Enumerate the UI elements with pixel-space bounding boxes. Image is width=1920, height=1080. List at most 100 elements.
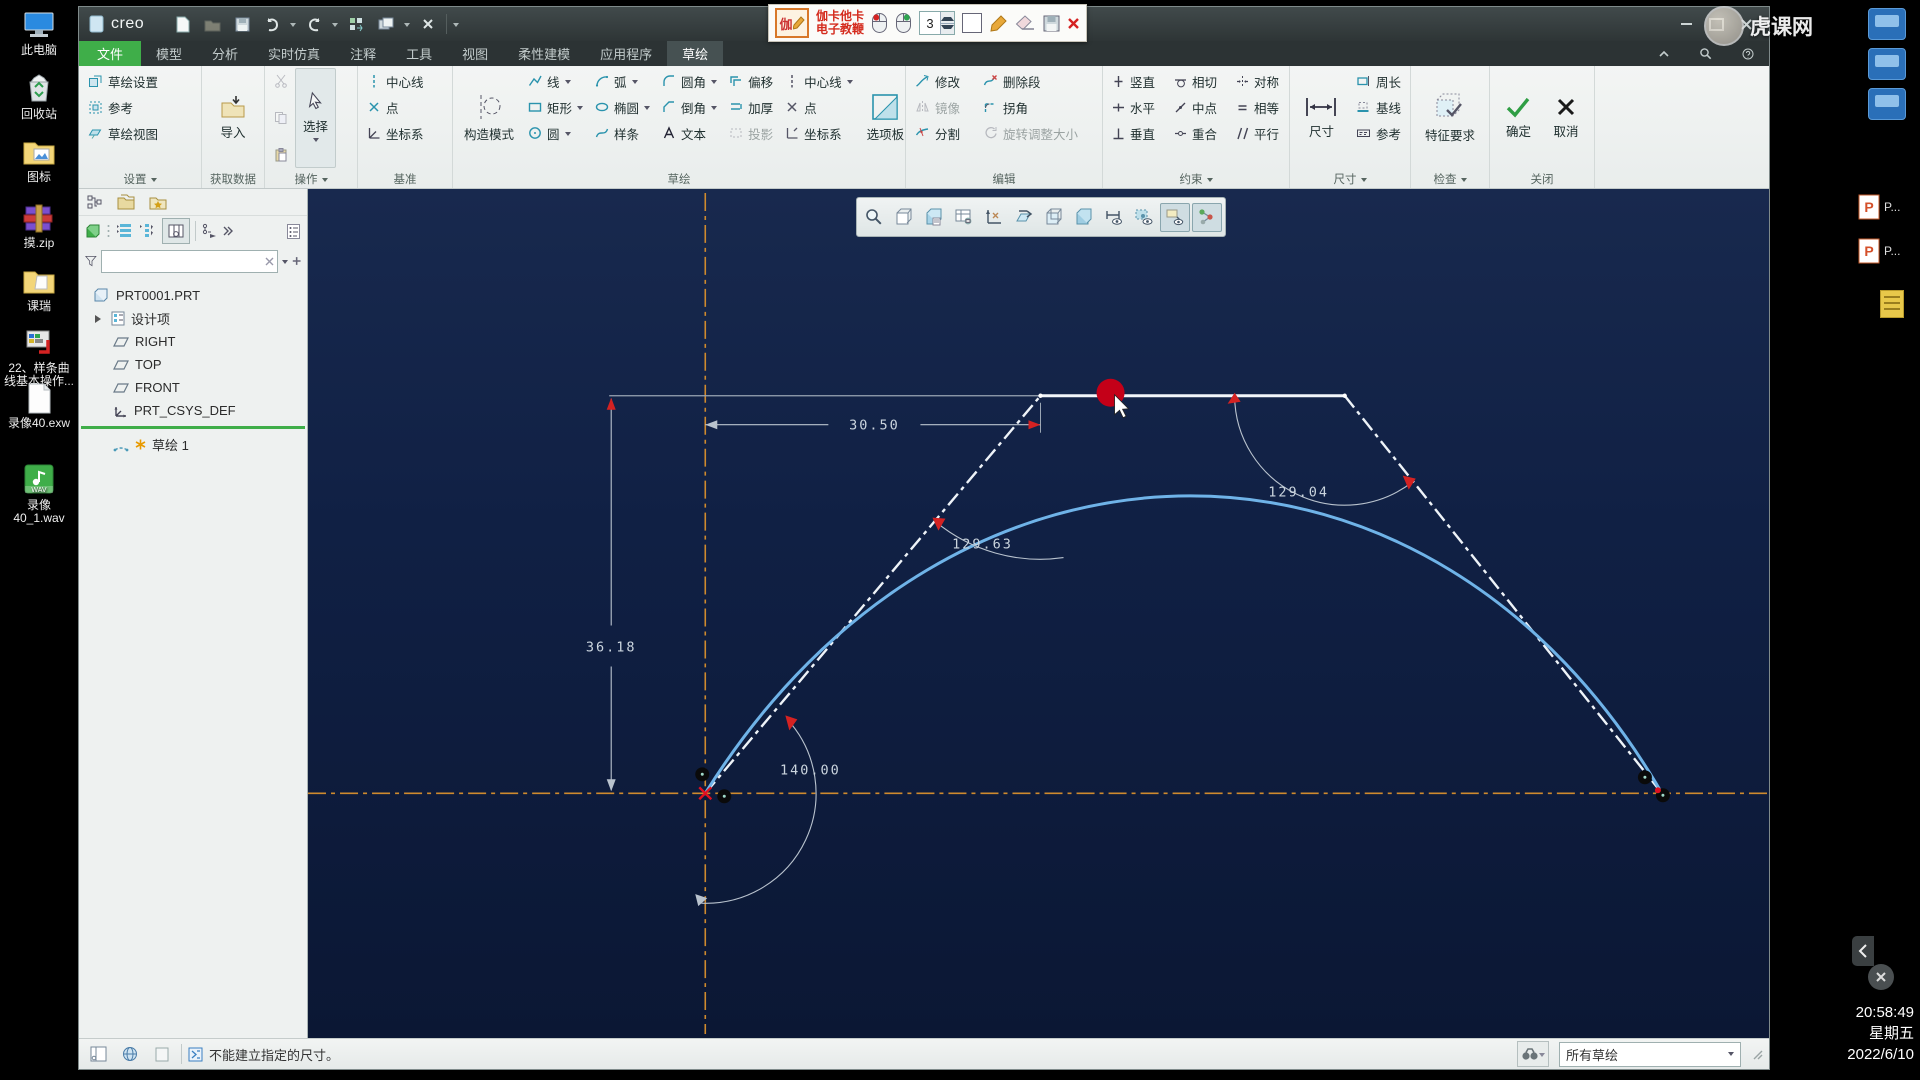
tree-item-design-items[interactable]: 设计项 bbox=[79, 307, 307, 330]
model-tree-tab-icon[interactable] bbox=[87, 194, 103, 210]
sketch-setup-button[interactable]: 草绘设置 bbox=[83, 68, 163, 94]
undo-button[interactable] bbox=[260, 13, 284, 35]
feature-requirements-button[interactable]: 特征要求 bbox=[1418, 68, 1482, 168]
group-label-settings[interactable]: 设置 bbox=[79, 170, 201, 188]
tree-item-sketch[interactable]: 草绘 1 bbox=[79, 433, 307, 456]
close-annotator-button[interactable] bbox=[1067, 17, 1080, 30]
tab-view[interactable]: 视图 bbox=[447, 41, 503, 66]
reference-dimension-button[interactable]: 参考 bbox=[1351, 120, 1406, 146]
new-file-button[interactable] bbox=[170, 13, 194, 35]
baseline-button[interactable]: 基线 bbox=[1351, 94, 1406, 120]
graphics-viewport[interactable]: 30.50 36.18 140.00 129.63 129.04 bbox=[308, 189, 1769, 1038]
add-filter-icon[interactable] bbox=[292, 255, 301, 267]
modify-button[interactable]: 修改 bbox=[910, 68, 976, 94]
tab-file[interactable]: 文件 bbox=[79, 41, 142, 66]
rotate-resize-button[interactable]: 旋转调整大小 bbox=[978, 120, 1083, 146]
tab-tools[interactable]: 工具 bbox=[391, 41, 447, 66]
construction-mode-button[interactable]: 构造模式 bbox=[457, 68, 521, 168]
ok-button[interactable]: 确定 bbox=[1498, 68, 1538, 168]
more-tools-icon[interactable] bbox=[222, 225, 234, 237]
group-label-constrain[interactable]: 约束 bbox=[1103, 170, 1289, 188]
selection-filter-dropdown[interactable]: 所有草绘 bbox=[1559, 1041, 1741, 1067]
eraser-button[interactable] bbox=[1015, 14, 1036, 32]
sketch-orientation-button[interactable] bbox=[1010, 204, 1038, 231]
desktop-icon-folder[interactable]: 课瑞 bbox=[1, 264, 77, 313]
tree-item-root[interactable]: PRT0001.PRT bbox=[79, 284, 307, 307]
windows-dropdown[interactable] bbox=[404, 22, 411, 30]
chamfer-button[interactable]: 倒角 bbox=[657, 94, 722, 120]
coordinate-system-button[interactable]: 坐标系 bbox=[362, 120, 429, 146]
offset-button[interactable]: 偏移 bbox=[724, 68, 778, 94]
constraint-midpoint-button[interactable]: 中点 bbox=[1169, 94, 1229, 120]
model-icon[interactable] bbox=[85, 223, 101, 239]
import-button[interactable]: 导入 bbox=[213, 68, 253, 168]
desktop-icon-ppt-1[interactable]: P P... bbox=[1858, 194, 1900, 220]
datum-display-button[interactable] bbox=[980, 204, 1008, 231]
open-file-button[interactable] bbox=[200, 13, 224, 35]
insert-here-indicator[interactable] bbox=[81, 426, 305, 429]
references-button[interactable]: 参考 bbox=[83, 94, 163, 120]
circle-button[interactable]: 圆 bbox=[523, 120, 588, 146]
close-window-button[interactable] bbox=[416, 13, 440, 35]
desktop-icon-zip[interactable]: 摸.zip bbox=[1, 201, 77, 250]
desktop-icon-recycle-bin[interactable]: 回收站 bbox=[1, 72, 77, 121]
desktop-icon-shortcut-spline[interactable]: 22、样条曲 线基本操作... bbox=[1, 326, 77, 388]
rectangle-button[interactable]: 矩形 bbox=[523, 94, 588, 120]
corner-button[interactable]: 拐角 bbox=[978, 94, 1083, 120]
tab-model[interactable]: 模型 bbox=[141, 41, 197, 66]
fillet-button[interactable]: 圆角 bbox=[657, 68, 722, 94]
constraint-perpendicular-button[interactable]: 垂直 bbox=[1107, 120, 1167, 146]
left-construction-line[interactable] bbox=[704, 394, 1042, 795]
sketch-centerline-button[interactable]: 中心线 bbox=[780, 68, 858, 94]
find-dropdown[interactable] bbox=[1539, 1052, 1545, 1060]
dim-height[interactable]: 36.18 bbox=[586, 639, 637, 655]
collapse-all-icon[interactable] bbox=[139, 223, 157, 239]
pen-size-spinner[interactable]: 3 bbox=[919, 11, 956, 35]
line-button[interactable]: 线 bbox=[523, 68, 588, 94]
desktop-icon-pictures-folder[interactable]: 图标 bbox=[1, 135, 77, 184]
redo-dropdown[interactable] bbox=[332, 22, 339, 30]
expand-arrow-icon[interactable] bbox=[95, 314, 105, 323]
desktop-icon-right-app-2[interactable] bbox=[1868, 48, 1906, 80]
desktop-icon-notepad[interactable] bbox=[1880, 290, 1904, 318]
tab-applications[interactable]: 应用程序 bbox=[585, 41, 667, 66]
desktop-icon-ppt-2[interactable]: P P... bbox=[1858, 238, 1900, 264]
clear-search-icon[interactable] bbox=[265, 257, 274, 266]
palette-button[interactable]: 选项板 bbox=[860, 68, 912, 168]
named-views-button[interactable] bbox=[920, 204, 948, 231]
tree-filter-icon[interactable] bbox=[201, 223, 217, 239]
tab-sketch[interactable]: 草绘 bbox=[667, 41, 724, 66]
desktop-icon-right-app-1[interactable] bbox=[1868, 8, 1906, 40]
windows-button[interactable] bbox=[374, 13, 398, 35]
refit-button[interactable] bbox=[890, 204, 918, 231]
dimension-button[interactable]: 尺寸 bbox=[1294, 68, 1349, 168]
cut-button[interactable] bbox=[269, 70, 293, 92]
save-button[interactable] bbox=[230, 13, 254, 35]
copy-button[interactable] bbox=[269, 107, 293, 129]
favorites-tab-icon[interactable] bbox=[149, 194, 167, 210]
group-label-inspect[interactable]: 检查 bbox=[1411, 170, 1489, 188]
ellipse-button[interactable]: 椭圆 bbox=[590, 94, 655, 120]
dimension-display-button[interactable] bbox=[1100, 204, 1128, 231]
project-button[interactable]: 投影 bbox=[724, 120, 778, 146]
dim-width[interactable]: 30.50 bbox=[849, 418, 900, 434]
group-label-dimension[interactable]: 尺寸 bbox=[1290, 170, 1410, 188]
redo-button[interactable] bbox=[302, 13, 326, 35]
save-annotation-button[interactable] bbox=[1043, 15, 1060, 32]
tab-live-sim[interactable]: 实时仿真 bbox=[253, 41, 335, 66]
undo-dropdown[interactable] bbox=[290, 22, 297, 30]
display-style-shaded-button[interactable] bbox=[1070, 204, 1098, 231]
sketch-point-button[interactable]: 点 bbox=[780, 94, 858, 120]
constraint-vertical-button[interactable]: 竖直 bbox=[1107, 68, 1167, 94]
spline-curve[interactable] bbox=[703, 494, 1664, 795]
arc-button[interactable]: 弧 bbox=[590, 68, 655, 94]
tree-columns-button[interactable] bbox=[162, 218, 190, 244]
centerline-button[interactable]: 中心线 bbox=[362, 68, 429, 94]
desktop-icon-wav-file[interactable]: WAV 录像 40_1.wav bbox=[1, 463, 77, 525]
desktop-icon-right-app-3[interactable] bbox=[1868, 88, 1906, 120]
tree-search-input[interactable] bbox=[100, 249, 278, 273]
tree-settings-icon[interactable] bbox=[286, 223, 301, 240]
constraint-symmetric-button[interactable]: 对称 bbox=[1231, 68, 1284, 94]
constraint-equal-button[interactable]: 相等 bbox=[1231, 94, 1284, 120]
endpoint-marker[interactable] bbox=[1654, 787, 1661, 794]
